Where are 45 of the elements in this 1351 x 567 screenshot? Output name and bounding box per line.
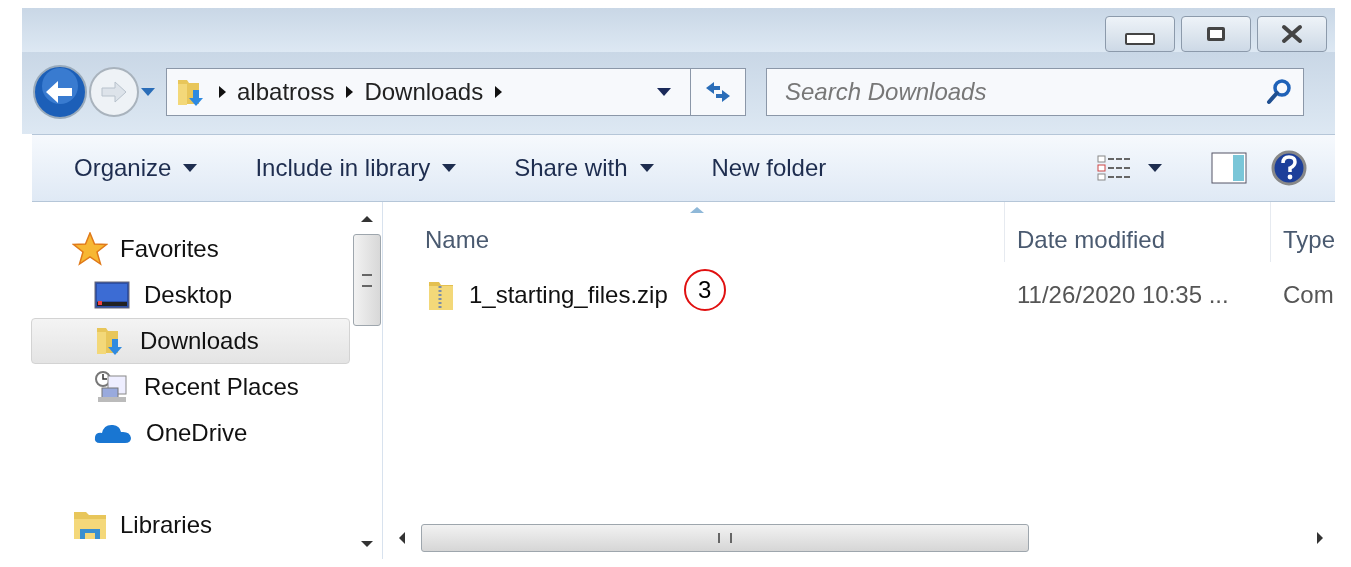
- sidebar-item[interactable]: Libraries: [32, 502, 352, 548]
- sidebar-item[interactable]: Downloads: [31, 318, 350, 364]
- view-options-icon[interactable]: [1097, 154, 1131, 182]
- toolbar-button[interactable]: New folder: [705, 150, 833, 186]
- breadcrumb-arrow-icon[interactable]: [217, 85, 227, 99]
- sidebar-item[interactable]: Desktop: [31, 272, 350, 318]
- toolbar-button[interactable]: Organize: [68, 150, 204, 186]
- search-icon[interactable]: [1266, 78, 1292, 106]
- desktop-icon: [94, 281, 130, 309]
- sidebar-item[interactable]: Favorites: [32, 226, 352, 272]
- column-header[interactable]: Date modified: [1004, 202, 1271, 262]
- breadcrumb[interactable]: albatross: [237, 78, 335, 106]
- address-bar[interactable]: albatross Downloads: [166, 68, 746, 116]
- column-header[interactable]: Name: [382, 202, 1005, 262]
- minimize-button[interactable]: [1105, 16, 1175, 52]
- sidebar-item[interactable]: Recent Places: [31, 364, 350, 410]
- scrollbar-thumb[interactable]: [352, 234, 381, 326]
- toolbar-button[interactable]: Share with: [508, 150, 660, 186]
- column-header[interactable]: Type: [1270, 202, 1335, 262]
- recent-places-icon: [94, 370, 130, 404]
- library-folder-icon: [72, 509, 108, 541]
- recent-pages-dropdown[interactable]: [140, 86, 156, 98]
- preview-pane-icon[interactable]: [1211, 152, 1247, 184]
- close-button[interactable]: [1257, 16, 1327, 52]
- help-icon[interactable]: [1271, 150, 1307, 186]
- step-number-callout: 3: [683, 269, 726, 311]
- scroll-up-icon[interactable]: [359, 214, 374, 224]
- breadcrumb-arrow-icon[interactable]: [344, 85, 355, 99]
- search-field[interactable]: Search Downloads: [766, 68, 1304, 116]
- breadcrumb-arrow-icon[interactable]: [493, 85, 504, 99]
- back-button[interactable]: [32, 64, 88, 120]
- close-icon: [1279, 24, 1305, 44]
- view-dropdown-icon[interactable]: [1147, 163, 1163, 173]
- file-name[interactable]: 1_starting_files.zip: [468, 281, 668, 309]
- toolbar-button[interactable]: Include in library: [249, 150, 463, 186]
- scrollbar-thumb[interactable]: [420, 524, 1029, 552]
- scroll-down-icon[interactable]: [359, 539, 374, 549]
- scroll-right-icon[interactable]: [1315, 531, 1325, 545]
- type-cell: Com: [1282, 281, 1334, 309]
- breadcrumb[interactable]: Downloads: [364, 78, 484, 106]
- address-dropdown-icon[interactable]: [656, 87, 672, 97]
- maximize-button[interactable]: [1181, 16, 1251, 52]
- star-icon: [72, 232, 108, 266]
- sidebar-item[interactable]: OneDrive: [31, 410, 350, 456]
- date-cell: 11/26/2020 10:35 ...: [1016, 281, 1229, 309]
